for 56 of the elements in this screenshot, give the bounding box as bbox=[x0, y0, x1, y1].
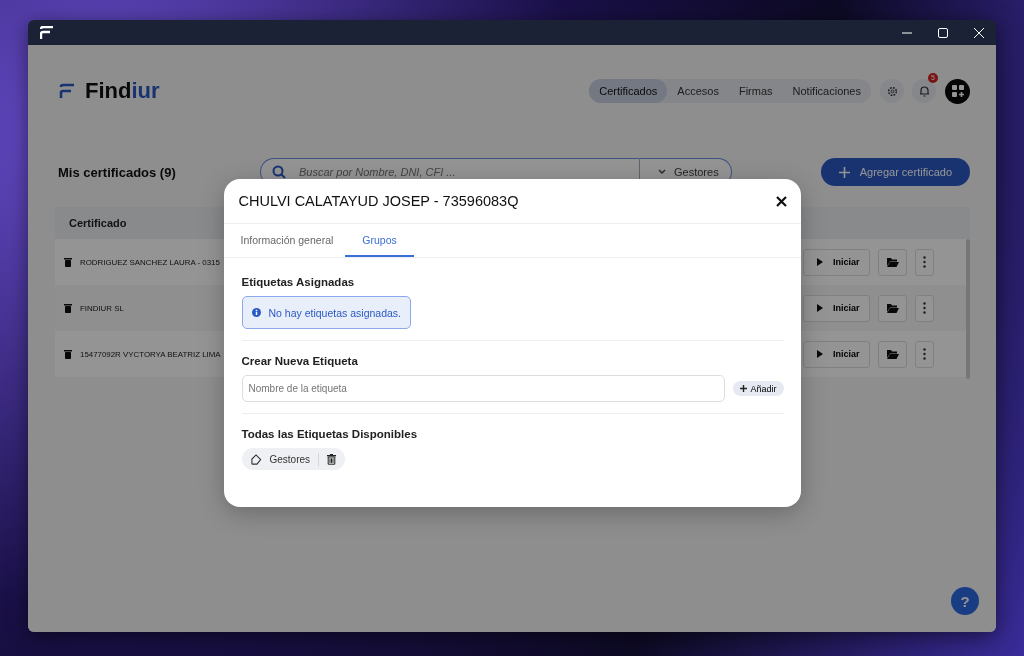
trash-icon[interactable] bbox=[327, 453, 337, 465]
more-options-button[interactable] bbox=[915, 340, 934, 368]
help-button[interactable]: ? bbox=[951, 587, 979, 615]
trash-icon[interactable] bbox=[64, 349, 72, 359]
folder-icon bbox=[886, 303, 899, 313]
info-icon bbox=[251, 308, 261, 317]
close-icon[interactable] bbox=[775, 195, 787, 207]
logo-icon bbox=[59, 83, 75, 99]
nav-tab[interactable]: Firmas bbox=[728, 79, 783, 103]
section-heading: Todas las Etiquetas Disponibles bbox=[241, 428, 418, 440]
nav-tab[interactable]: Notificaciones bbox=[782, 79, 871, 103]
play-icon bbox=[817, 350, 823, 358]
nav-tab[interactable]: Certificados bbox=[589, 79, 668, 103]
tag-label: Gestores bbox=[269, 453, 311, 465]
vertical-dots-icon bbox=[923, 302, 926, 314]
folder-icon bbox=[886, 349, 899, 359]
nav-tab[interactable]: Accesos bbox=[667, 79, 729, 103]
tag-icon bbox=[250, 453, 262, 465]
dialog-tab[interactable]: Información general bbox=[228, 224, 346, 257]
grid-plus-icon bbox=[951, 85, 964, 97]
bell-icon bbox=[918, 85, 930, 97]
chevron-down-icon bbox=[658, 169, 666, 175]
start-button[interactable]: Iniciar bbox=[803, 248, 870, 276]
column-header: Certificado bbox=[69, 217, 127, 229]
start-button[interactable]: Iniciar bbox=[803, 294, 870, 322]
play-icon bbox=[817, 304, 823, 312]
more-options-button[interactable] bbox=[915, 294, 934, 322]
trash-icon[interactable] bbox=[64, 257, 72, 267]
trash-icon[interactable] bbox=[64, 303, 72, 313]
section-heading: Crear Nueva Etiqueta bbox=[241, 355, 358, 367]
section-heading: Etiquetas Asignadas bbox=[241, 276, 355, 288]
start-button[interactable]: Iniciar bbox=[803, 340, 870, 368]
maximize-icon[interactable] bbox=[938, 27, 948, 38]
play-icon bbox=[817, 258, 823, 266]
settings-icon bbox=[886, 85, 898, 97]
alert-message: No hay etiquetas asignadas. bbox=[268, 306, 401, 319]
folder-button[interactable] bbox=[878, 340, 907, 368]
plus-icon bbox=[740, 385, 748, 392]
dialog-tab[interactable]: Grupos bbox=[345, 224, 414, 257]
folder-button[interactable] bbox=[878, 294, 907, 322]
tag-name-input[interactable]: Nombre de la etiqueta bbox=[241, 375, 726, 402]
plus-icon bbox=[838, 166, 850, 178]
settings-button[interactable] bbox=[880, 79, 904, 103]
vertical-dots-icon bbox=[923, 256, 926, 268]
add-certificate-button[interactable]: Agregar certificado bbox=[820, 158, 970, 186]
folder-icon bbox=[886, 257, 899, 267]
add-tag-button[interactable]: Añadir bbox=[733, 381, 784, 396]
apps-menu-button[interactable] bbox=[945, 78, 970, 104]
folder-button[interactable] bbox=[878, 248, 907, 276]
page-title: Mis certificados (9) bbox=[57, 164, 177, 180]
app-logo-icon bbox=[40, 25, 54, 40]
notifications-button[interactable] bbox=[912, 79, 936, 103]
more-options-button[interactable] bbox=[915, 248, 934, 276]
vertical-dots-icon bbox=[923, 348, 926, 360]
dialog-title: CHULVI CALATAYUD JOSEP - 73596083Q bbox=[238, 193, 519, 209]
logo-text: Findiur bbox=[85, 78, 160, 104]
